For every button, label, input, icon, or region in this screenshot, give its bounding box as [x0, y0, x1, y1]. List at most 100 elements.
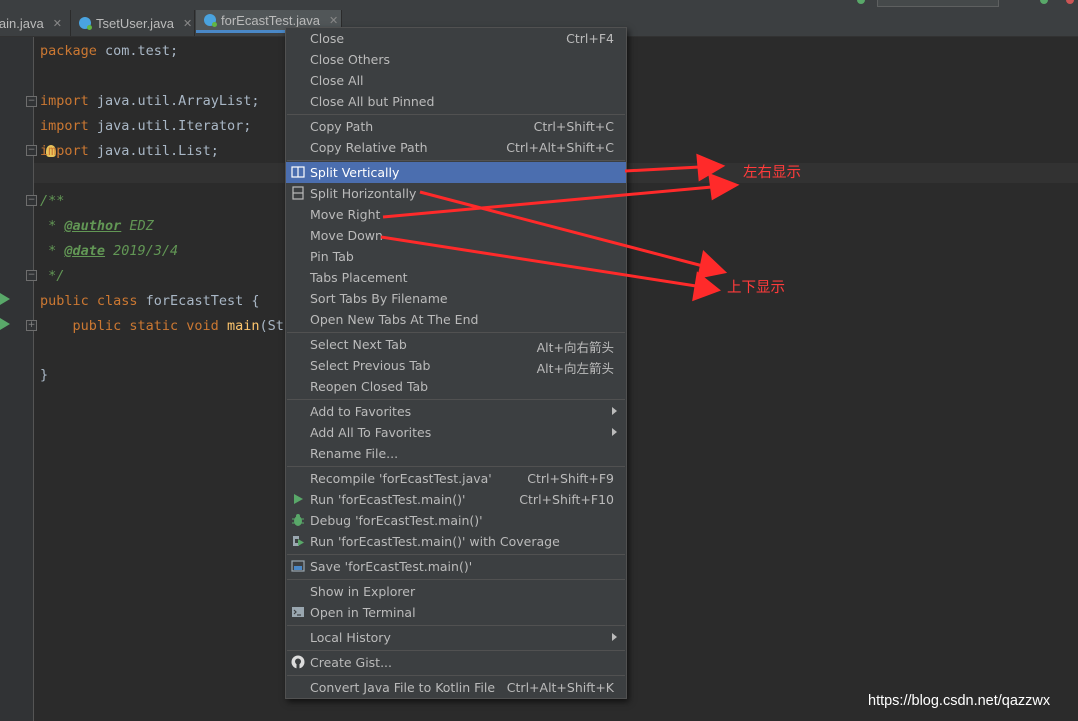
menu-item-pin-tab[interactable]: Pin Tab — [286, 246, 626, 267]
menu-item-close[interactable]: Close Ctrl+F4 — [286, 28, 626, 49]
menu-item-close-others[interactable]: Close Others — [286, 49, 626, 70]
menu-separator — [287, 675, 625, 676]
menu-item-split-vertically[interactable]: Split Vertically — [286, 162, 626, 183]
close-icon[interactable]: ✕ — [183, 17, 192, 30]
menu-item-tabs-placement[interactable]: Tabs Placement — [286, 267, 626, 288]
fold-toggle-icon[interactable]: − — [26, 96, 37, 107]
keyword: import — [40, 143, 89, 159]
menu-item-label: Recompile 'forEcastTest.java' — [310, 471, 492, 486]
menu-item-add-all-to-favorites[interactable]: Add All To Favorites — [286, 422, 626, 443]
menu-item-select-previous-tab[interactable]: Select Previous Tab Alt+向左箭头 — [286, 355, 626, 376]
menu-item-rename-file[interactable]: Rename File... — [286, 443, 626, 464]
menu-item-select-next-tab[interactable]: Select Next Tab Alt+向右箭头 — [286, 334, 626, 355]
code-text: com.test; — [96, 43, 179, 59]
menu-item-copy-relative-path[interactable]: Copy Relative Path Ctrl+Alt+Shift+C — [286, 137, 626, 158]
github-icon — [291, 655, 305, 669]
shortcut-label: Alt+向右箭头 — [536, 340, 614, 355]
watermark: https://blog.csdn.net/qazzwx — [868, 693, 1051, 709]
tab-tsetuser-java[interactable]: TsetUser.java ✕ — [71, 10, 195, 36]
split-horizontally-icon — [291, 186, 305, 200]
shortcut-label: Ctrl+Shift+F9 — [527, 471, 614, 486]
menu-item-label: Rename File... — [310, 446, 399, 461]
fold-toggle-icon[interactable]: − — [26, 270, 37, 281]
menu-item-label: Split Horizontally — [310, 186, 417, 201]
menu-item-local-history[interactable]: Local History — [286, 627, 626, 648]
menu-item-recompile[interactable]: Recompile 'forEcastTest.java' Ctrl+Shift+… — [286, 468, 626, 489]
menu-separator — [287, 625, 625, 626]
run-configuration-select[interactable] — [877, 0, 999, 7]
menu-item-close-all[interactable]: Close All — [286, 70, 626, 91]
menu-item-create-gist[interactable]: Create Gist... — [286, 652, 626, 673]
close-icon[interactable]: ✕ — [329, 14, 338, 27]
fold-toggle-icon[interactable]: + — [26, 320, 37, 331]
menu-item-reopen-closed-tab[interactable]: Reopen Closed Tab — [286, 376, 626, 397]
menu-separator — [287, 466, 625, 467]
comment-text: EDZ — [121, 218, 154, 234]
menu-item-label: Run 'forEcastTest.main()' — [310, 492, 466, 507]
shortcut-label: Ctrl+Alt+Shift+K — [506, 680, 614, 695]
menu-item-debug[interactable]: Debug 'forEcastTest.main()' — [286, 510, 626, 531]
menu-item-label: Move Down — [310, 228, 383, 243]
menu-item-split-horizontally[interactable]: Split Horizontally — [286, 183, 626, 204]
menu-item-save[interactable]: Save 'forEcastTest.main()' — [286, 556, 626, 577]
menu-item-label: Debug 'forEcastTest.main()' — [310, 513, 483, 528]
menu-item-move-down[interactable]: Move Down — [286, 225, 626, 246]
menu-item-run-with-coverage[interactable]: Run 'forEcastTest.main()' with Coverage — [286, 531, 626, 552]
fold-toggle-icon[interactable]: − — [26, 145, 37, 156]
stop-indicator-icon[interactable] — [1066, 0, 1074, 4]
menu-item-label: Select Next Tab — [310, 337, 407, 352]
java-class-icon — [204, 14, 217, 27]
run-gutter-icon[interactable] — [0, 318, 10, 330]
code-text: java.util.Iterator; — [88, 118, 252, 134]
menu-item-sort-tabs[interactable]: Sort Tabs By Filename — [286, 288, 626, 309]
title-bar — [0, 0, 1078, 10]
menu-item-open-new-tabs-at-end[interactable]: Open New Tabs At The End — [286, 309, 626, 330]
annotation-left-right: 左右显示 — [743, 165, 801, 181]
menu-item-add-to-favorites[interactable]: Add to Favorites — [286, 401, 626, 422]
tab-label: TsetUser.java — [96, 15, 175, 31]
tab-label: forEcastTest.java — [221, 12, 320, 28]
menu-item-label: Local History — [310, 630, 391, 645]
menu-item-label: Move Right — [310, 207, 381, 222]
menu-item-move-right[interactable]: Move Right — [286, 204, 626, 225]
menu-separator — [287, 332, 625, 333]
close-icon[interactable]: ✕ — [53, 17, 62, 30]
submenu-arrow-icon — [612, 633, 617, 641]
build-indicator-icon[interactable] — [857, 0, 865, 4]
tab-label: lain.java — [0, 15, 44, 31]
keyword: import — [40, 118, 89, 134]
menu-item-label: Convert Java File to Kotlin File — [310, 680, 496, 695]
submenu-arrow-icon — [612, 407, 617, 415]
keyword: public static void — [40, 318, 219, 334]
menu-item-label: Add to Favorites — [310, 404, 412, 419]
editor-gutter[interactable] — [0, 37, 34, 721]
fold-toggle-icon[interactable]: − — [26, 195, 37, 206]
menu-item-label: Copy Path — [310, 119, 374, 134]
submenu-arrow-icon — [612, 428, 617, 436]
menu-item-copy-path[interactable]: Copy Path Ctrl+Shift+C — [286, 116, 626, 137]
doc-comment: */ — [40, 268, 65, 284]
menu-item-label: Open in Terminal — [310, 605, 416, 620]
menu-item-convert-to-kotlin[interactable]: Convert Java File to Kotlin File Ctrl+Alt… — [286, 677, 626, 698]
menu-item-show-in-explorer[interactable]: Show in Explorer — [286, 581, 626, 602]
method-name: main — [218, 318, 260, 334]
code-text: java.util.List; — [88, 143, 219, 159]
run-indicator-icon[interactable] — [1040, 0, 1048, 4]
shortcut-label: Ctrl+F4 — [566, 31, 614, 46]
menu-item-close-all-but-pinned[interactable]: Close All but Pinned — [286, 91, 626, 112]
menu-separator — [287, 554, 625, 555]
keyword: public class — [40, 293, 138, 309]
tab-main-java[interactable]: lain.java ✕ — [0, 10, 71, 36]
menu-separator — [287, 160, 625, 161]
menu-item-label: Tabs Placement — [310, 270, 408, 285]
comment-text: * — [40, 218, 65, 234]
menu-item-open-in-terminal[interactable]: Open in Terminal — [286, 602, 626, 623]
run-gutter-icon[interactable] — [0, 293, 10, 305]
shortcut-label: Ctrl+Shift+C — [533, 119, 614, 134]
split-vertically-icon — [291, 165, 305, 179]
menu-item-run[interactable]: Run 'forEcastTest.main()' Ctrl+Shift+F10 — [286, 489, 626, 510]
coverage-icon — [291, 534, 305, 548]
javadoc-tag: @author — [64, 218, 122, 234]
javadoc-tag: @date — [64, 243, 106, 259]
menu-item-label: Close Others — [310, 52, 391, 67]
